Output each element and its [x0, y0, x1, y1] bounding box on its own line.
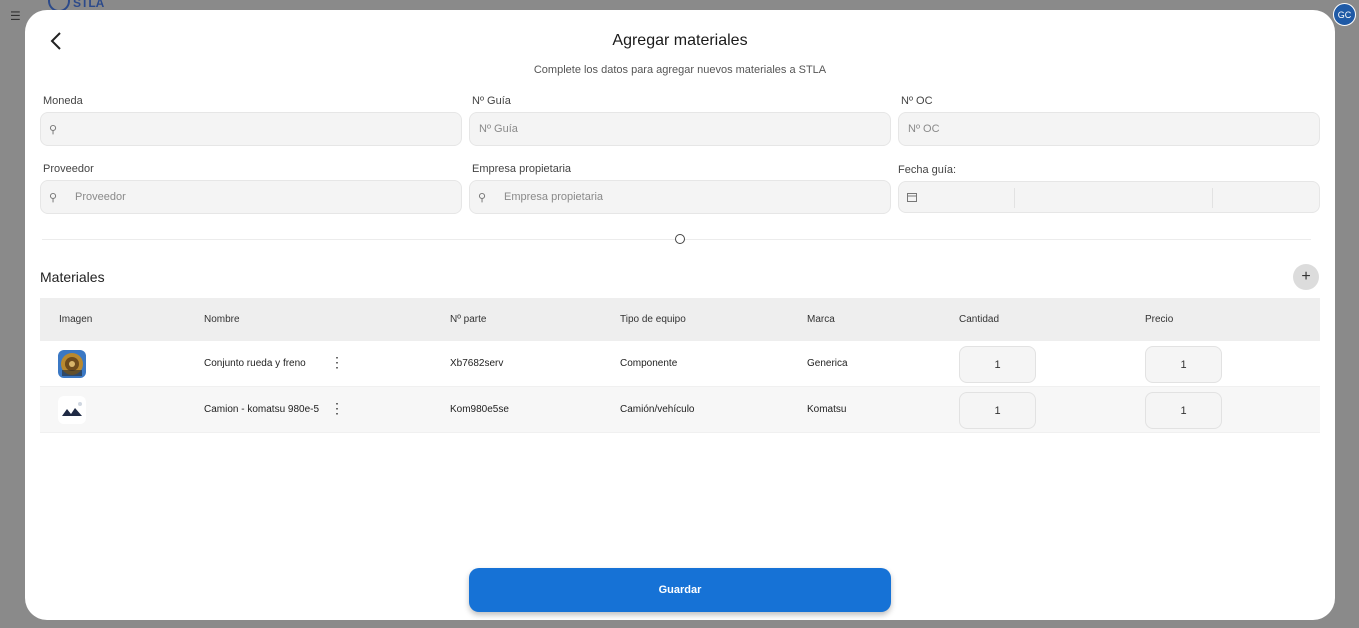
- price-input[interactable]: 1: [1145, 392, 1222, 429]
- material-part-number: Xb7682serv: [450, 358, 504, 369]
- fecha-segment-divider: [1212, 188, 1213, 208]
- fecha-segment-divider: [1014, 188, 1015, 208]
- wheel-brake-image: [58, 350, 86, 378]
- price-value: 1: [1180, 358, 1187, 371]
- empresa-placeholder: Empresa propietaria: [504, 191, 604, 203]
- guia-placeholder: Nº Guía: [479, 123, 518, 135]
- quantity-value: 1: [994, 404, 1001, 417]
- column-header: Nombre: [204, 314, 240, 325]
- search-icon: ⚲: [49, 123, 58, 136]
- table-row[interactable]: Conjunto rueda y freno ⋮ Xb7682serv Comp…: [40, 341, 1320, 387]
- moneda-field[interactable]: ⚲: [40, 112, 462, 146]
- material-equipment-type: Camión/vehículo: [620, 404, 695, 415]
- dialog-title: Agregar materiales: [612, 32, 748, 49]
- proveedor-label: Proveedor: [43, 163, 94, 175]
- material-equipment-type: Componente: [620, 358, 678, 369]
- dialog-subtitle: Complete los datos para agregar nuevos m…: [533, 64, 827, 76]
- avatar[interactable]: GC: [1333, 3, 1356, 26]
- loading-indicator: [675, 234, 685, 244]
- material-brand: Generica: [807, 358, 848, 369]
- price-value: 1: [1180, 404, 1187, 417]
- quantity-value: 1: [994, 358, 1001, 371]
- logo-text: STLA: [73, 0, 105, 10]
- material-name: Conjunto rueda y freno: [204, 358, 306, 369]
- guia-label: Nº Guía: [472, 95, 511, 107]
- column-header: Tipo de equipo: [620, 314, 686, 325]
- more-vert-icon[interactable]: ⋮: [330, 355, 344, 369]
- add-material-button[interactable]: +: [1293, 264, 1319, 290]
- table-row[interactable]: Camion - komatsu 980e-5 ⋮ Kom980e5se Cam…: [40, 387, 1320, 433]
- calendar-icon: [907, 192, 921, 202]
- search-icon: ⚲: [49, 191, 58, 204]
- material-part-number: Kom980e5se: [450, 404, 509, 415]
- table-header: Imagen Nombre Nº parte Tipo de equipo Ma…: [40, 298, 1320, 341]
- material-name: Camion - komatsu 980e-5: [204, 404, 320, 415]
- moneda-label: Moneda: [43, 95, 83, 107]
- fecha-label: Fecha guía:: [898, 164, 957, 176]
- oc-label: Nº OC: [901, 95, 933, 107]
- search-icon: ⚲: [478, 191, 487, 204]
- more-vert-icon[interactable]: ⋮: [330, 401, 344, 415]
- plus-icon: +: [1301, 268, 1311, 285]
- oc-field[interactable]: Nº OC: [898, 112, 1320, 146]
- materials-title: Materiales: [40, 269, 105, 285]
- column-header: Nº parte: [450, 314, 487, 325]
- save-button[interactable]: Guardar: [469, 568, 891, 612]
- quantity-input[interactable]: 1: [959, 392, 1036, 429]
- quantity-input[interactable]: 1: [959, 346, 1036, 383]
- menu-icon: ☰: [10, 9, 21, 23]
- oc-placeholder: Nº OC: [908, 123, 940, 135]
- empresa-field[interactable]: ⚲ Empresa propietaria: [469, 180, 891, 214]
- column-header: Imagen: [59, 314, 93, 325]
- price-input[interactable]: 1: [1145, 346, 1222, 383]
- materials-table: Imagen Nombre Nº parte Tipo de equipo Ma…: [40, 298, 1320, 433]
- proveedor-placeholder: Proveedor: [75, 191, 126, 203]
- material-brand: Komatsu: [807, 404, 847, 415]
- column-header: Cantidad: [959, 314, 1000, 325]
- truck-image: [58, 396, 86, 424]
- add-materials-dialog: Agregar materiales Complete los datos pa…: [25, 10, 1335, 620]
- fecha-field[interactable]: [898, 181, 1320, 213]
- column-header: Marca: [807, 314, 835, 325]
- empresa-label: Empresa propietaria: [472, 163, 572, 175]
- guia-field[interactable]: Nº Guía: [469, 112, 891, 146]
- proveedor-field[interactable]: ⚲ Proveedor: [40, 180, 462, 214]
- column-header: Precio: [1145, 314, 1174, 325]
